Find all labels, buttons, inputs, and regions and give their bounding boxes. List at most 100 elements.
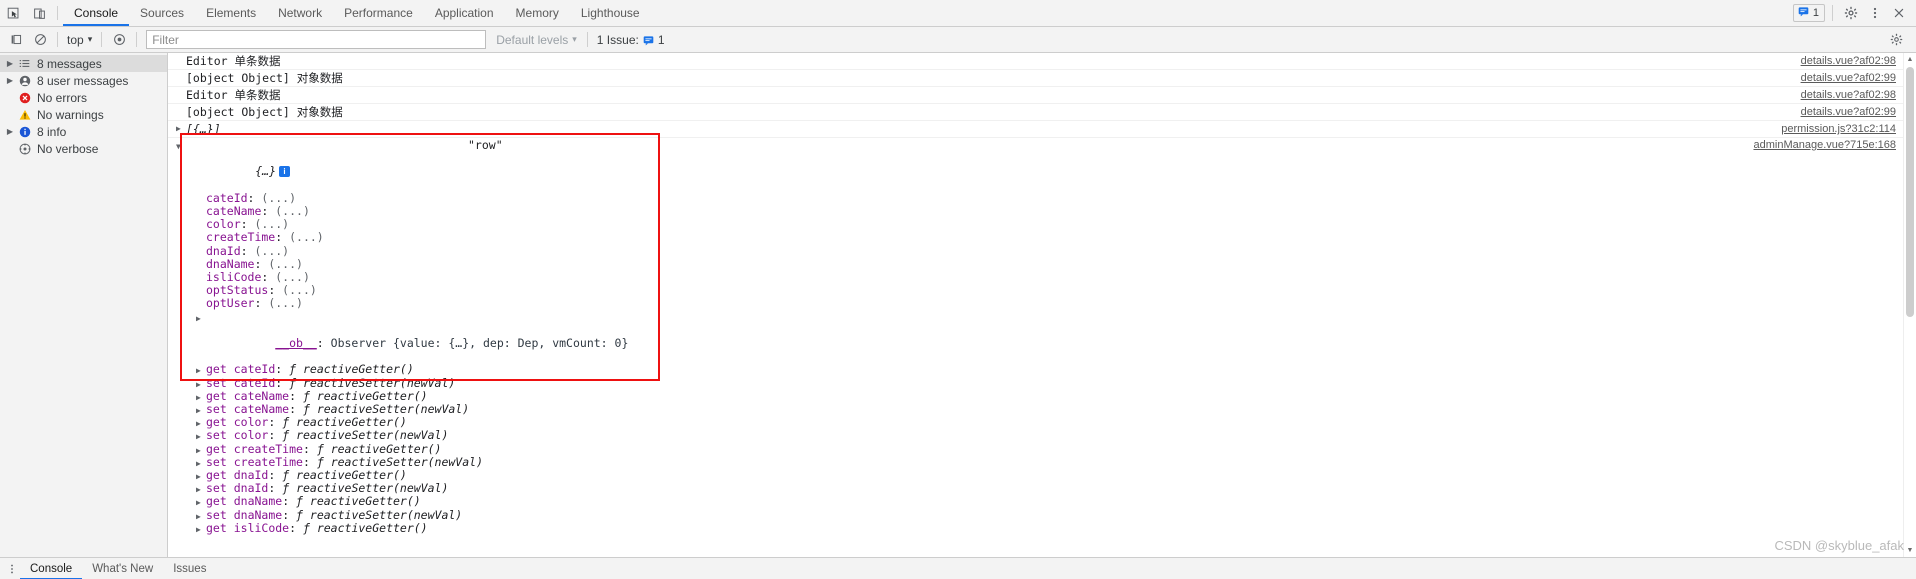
drawer-tab-label: Console <box>30 562 73 575</box>
object-property[interactable]: dnaId: (...) <box>168 244 1916 258</box>
console-message-object[interactable]: ▼ {…} i "row" adminManage.vue?715e:168 <box>168 138 1916 192</box>
property-value[interactable]: (...) <box>268 296 303 310</box>
object-accessor[interactable]: ▶ set dnaName: ƒ reactiveSetter(newVal) <box>168 507 1916 522</box>
property-value[interactable]: (...) <box>289 230 324 244</box>
tab-performance[interactable]: Performance <box>333 0 424 26</box>
info-badge-icon[interactable]: i <box>279 166 291 178</box>
filter-input[interactable] <box>146 30 487 49</box>
tab-elements[interactable]: Elements <box>195 0 267 26</box>
gear-icon[interactable] <box>1840 2 1862 24</box>
object-property[interactable]: optUser: (...) <box>168 297 1916 310</box>
tab-application[interactable]: Application <box>424 0 505 26</box>
object-accessor[interactable]: ▶ set createTime: ƒ reactiveSetter(newVal… <box>168 455 1916 469</box>
object-property-observer[interactable]: ▶ __ob__: Observer {value: {…}, dep: Dep… <box>168 311 1916 364</box>
drawer-tab-issues[interactable]: Issues <box>163 558 216 579</box>
issues-counter-button[interactable]: 1 <box>1792 4 1825 22</box>
property-key: cateName <box>233 388 290 403</box>
property-value[interactable]: (...) <box>268 257 303 271</box>
accessor-fn: reactiveGetter() <box>316 520 428 535</box>
accessor-fn: reactiveGetter() <box>296 468 407 483</box>
console-message[interactable]: Editor 单条数据 details.vue?af02:98 <box>168 87 1916 104</box>
object-accessor[interactable]: ▶ set cateId: ƒ reactiveSetter(newVal) <box>168 376 1916 390</box>
console-message[interactable]: [object Object] 对象数据 details.vue?af02:99 <box>168 70 1916 87</box>
log-levels-dropdown[interactable]: Default levels ▾ <box>496 33 577 47</box>
console-source-link[interactable]: permission.js?31c2:114 <box>1781 122 1896 136</box>
accessor-kind: set <box>206 481 227 496</box>
chevron-down-icon[interactable]: ▼ <box>176 140 181 153</box>
console-message-array[interactable]: ▶ [{…}] permission.js?31c2:114 <box>168 121 1916 138</box>
object-property[interactable]: optStatus: (...) <box>168 284 1916 297</box>
tab-sources[interactable]: Sources <box>129 0 195 26</box>
kebab-menu-icon[interactable] <box>4 563 20 575</box>
console-message-text: Editor 单条数据 <box>186 54 281 68</box>
console-message[interactable]: [object Object] 对象数据 details.vue?af02:99 <box>168 104 1916 121</box>
sidebar-item-info[interactable]: ▶ 8 info <box>0 123 167 140</box>
object-property[interactable]: createTime: (...) <box>168 231 1916 244</box>
sidebar-item-errors[interactable]: No errors <box>0 89 167 106</box>
object-accessor[interactable]: ▶ get isliCode: ƒ reactiveGetter() <box>168 520 1916 536</box>
sidebar-item-messages[interactable]: ▶ 8 messages <box>0 55 167 72</box>
property-key: createTime <box>206 230 276 245</box>
live-expression-icon[interactable] <box>107 28 131 52</box>
toolbar-divider <box>101 32 103 47</box>
drawer-tab-whats-new[interactable]: What's New <box>82 558 163 579</box>
console-source-link[interactable]: adminManage.vue?715e:168 <box>1753 138 1896 152</box>
console-source-link[interactable]: details.vue?af02:98 <box>1801 88 1896 102</box>
chevron-right-icon[interactable]: ▶ <box>4 76 16 85</box>
tab-lighthouse[interactable]: Lighthouse <box>570 0 651 26</box>
close-icon[interactable] <box>1888 2 1910 24</box>
scrollbar-thumb[interactable] <box>1906 67 1914 317</box>
property-key: isliCode <box>233 520 290 535</box>
property-value[interactable]: (...) <box>254 244 289 258</box>
property-value[interactable]: (...) <box>282 283 317 297</box>
inspect-element-icon[interactable] <box>0 0 26 26</box>
chevron-right-icon[interactable]: ▶ <box>4 59 16 68</box>
object-accessor[interactable]: ▶ set cateName: ƒ reactiveSetter(newVal) <box>168 402 1916 416</box>
console-source-link[interactable]: details.vue?af02:99 <box>1801 105 1896 119</box>
sidebar-item-warnings[interactable]: No warnings <box>0 106 167 123</box>
devtools-tabbar: Console Sources Elements Network Perform… <box>0 0 1916 27</box>
chevron-right-icon[interactable]: ▶ <box>4 127 16 136</box>
sidebar-item-user-messages[interactable]: ▶ 8 user messages <box>0 72 167 89</box>
accessor-kind: set <box>206 507 227 522</box>
drawer-tab-console[interactable]: Console <box>20 558 83 579</box>
chevron-right-icon[interactable]: ▶ <box>196 312 201 325</box>
property-value[interactable]: (...) <box>275 270 310 284</box>
scroll-down-icon[interactable]: ▼ <box>1904 544 1916 557</box>
property-value[interactable]: (...) <box>254 217 289 231</box>
device-toolbar-icon[interactable] <box>26 0 52 26</box>
object-property[interactable]: cateId: (...) <box>168 191 1916 205</box>
no-entry-icon[interactable] <box>28 28 52 52</box>
scroll-up-icon[interactable]: ▲ <box>1904 53 1916 66</box>
sidebar-item-verbose[interactable]: No verbose <box>0 140 167 157</box>
property-value[interactable]: (...) <box>275 204 310 218</box>
property-key: optStatus <box>206 283 269 298</box>
console-source-link[interactable]: details.vue?af02:99 <box>1801 71 1896 85</box>
execution-context-selector[interactable]: top ▾ <box>63 32 96 48</box>
accessor-kind: get <box>206 494 227 509</box>
tab-memory[interactable]: Memory <box>505 0 570 26</box>
object-property[interactable]: isliCode: (...) <box>168 270 1916 284</box>
object-property[interactable]: dnaName: (...) <box>168 257 1916 271</box>
tab-network[interactable]: Network <box>267 0 333 26</box>
object-property[interactable]: cateName: (...) <box>168 204 1916 218</box>
object-accessor[interactable]: ▶ set dnaId: ƒ reactiveSetter(newVal) <box>168 482 1916 495</box>
toolbar-divider <box>57 6 58 20</box>
clear-console-icon[interactable] <box>4 28 28 52</box>
console-message[interactable]: Editor 单条数据 details.vue?af02:98 <box>168 53 1916 70</box>
sidebar-item-label: No verbose <box>37 141 99 156</box>
property-value[interactable]: (...) <box>261 191 296 205</box>
warning-icon <box>16 109 33 121</box>
kebab-menu-icon[interactable] <box>1864 2 1886 24</box>
console-scrollbar[interactable]: ▲ ▼ <box>1903 53 1916 557</box>
chevron-right-icon[interactable]: ▶ <box>196 523 201 536</box>
sidebar-item-label: 8 user messages <box>37 73 129 88</box>
object-property[interactable]: color: (...) <box>168 218 1916 231</box>
console-source-link[interactable]: details.vue?af02:98 <box>1801 54 1896 68</box>
tab-console[interactable]: Console <box>63 0 130 26</box>
sidebar-item-label: No errors <box>37 90 88 105</box>
issues-bar[interactable]: 1 Issue: 1 <box>597 33 665 47</box>
console-message-text: [object Object] 对象数据 <box>186 105 343 119</box>
chevron-right-icon[interactable]: ▶ <box>176 122 181 136</box>
console-settings-icon[interactable] <box>1884 28 1908 52</box>
